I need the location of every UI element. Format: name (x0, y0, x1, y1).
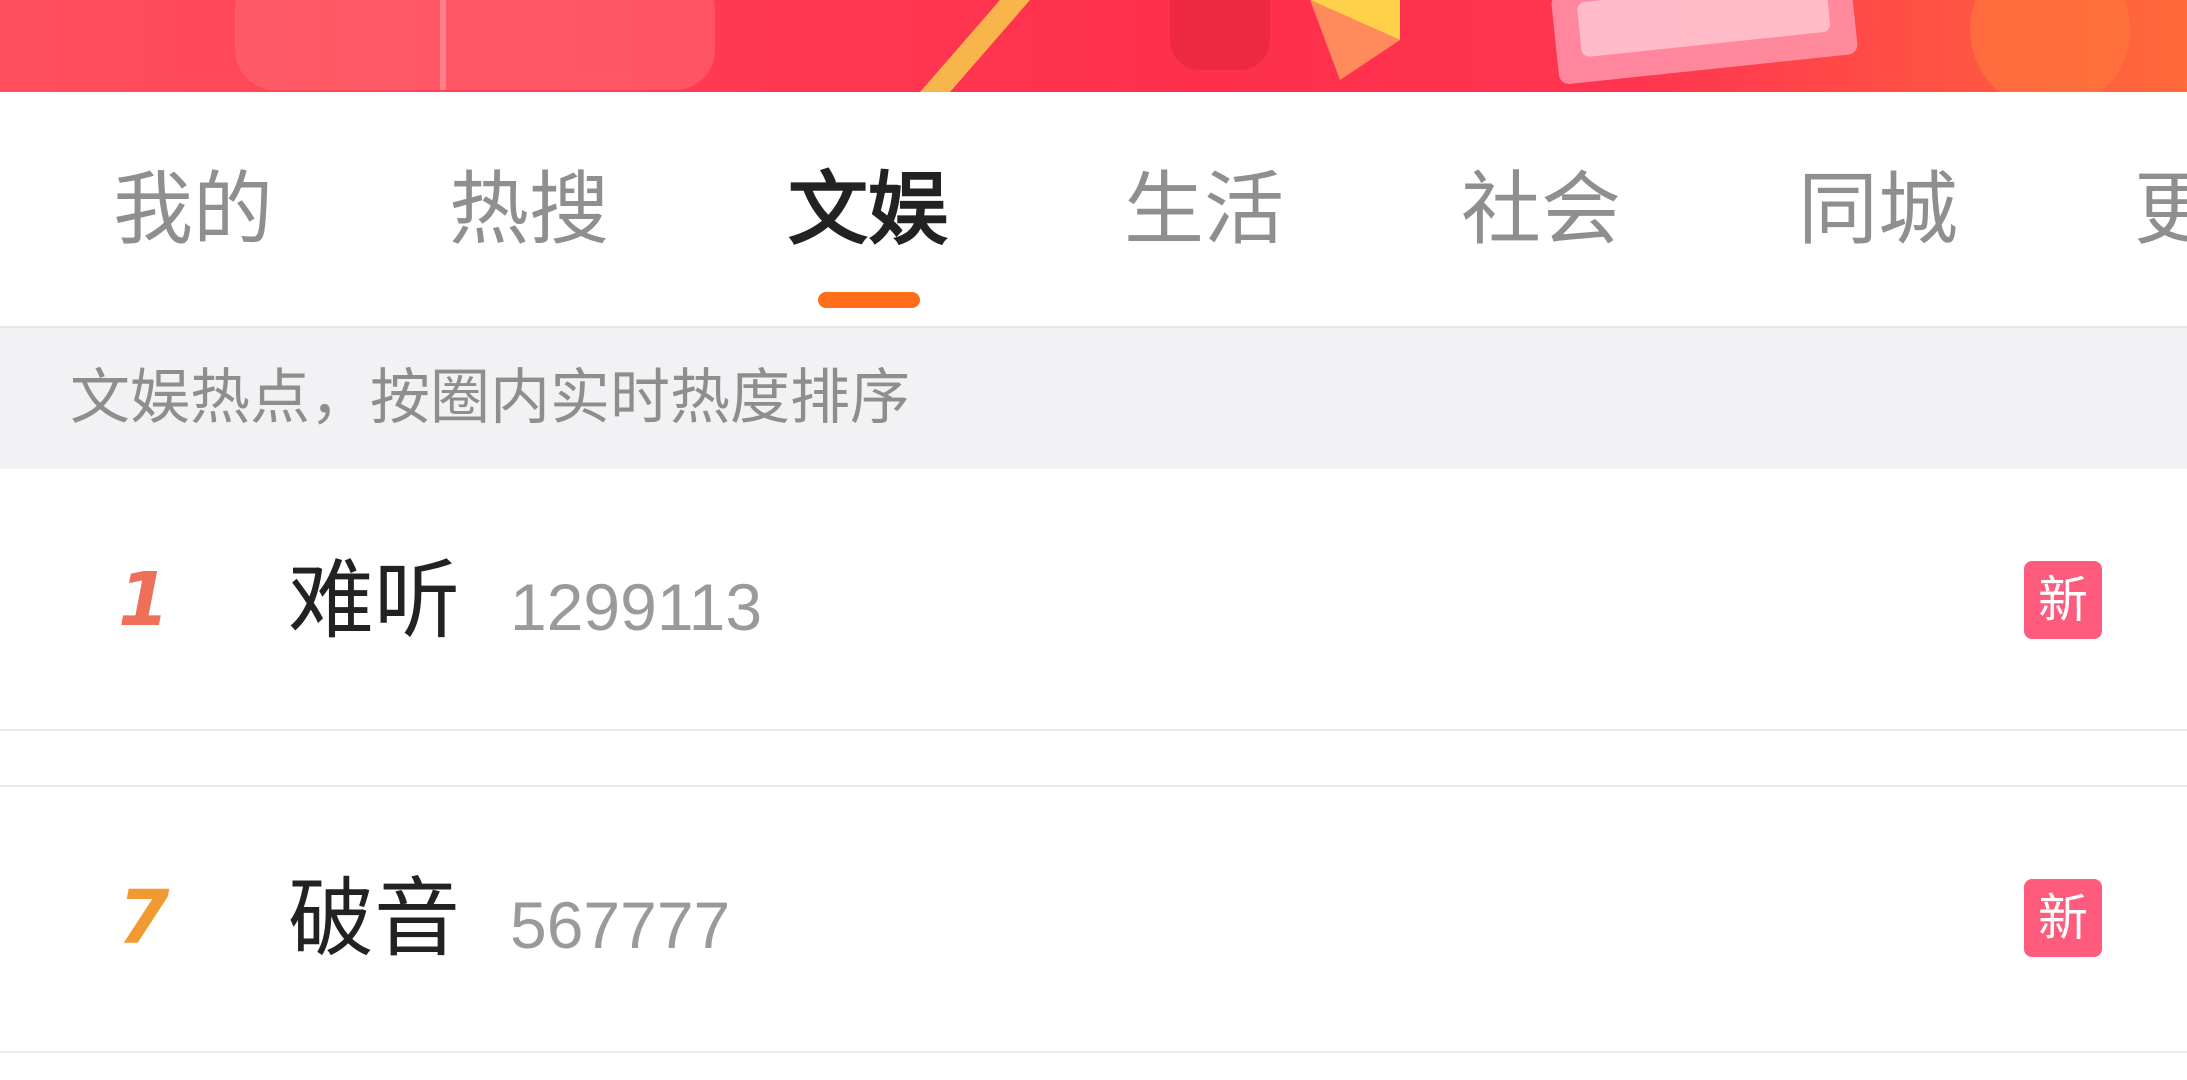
heat-count: 567777 (510, 888, 731, 962)
tab-mine[interactable]: 我的 (113, 160, 273, 260)
tab-local[interactable]: 同城 (1798, 160, 1958, 260)
rank-number: 7 (118, 875, 170, 961)
section-hint-text: 文娱热点，按圈内实时热度排序 (70, 363, 910, 433)
new-badge: 新 (2024, 879, 2102, 957)
tab-entertainment[interactable]: 文娱 (788, 160, 948, 260)
list-divider (0, 731, 2187, 787)
top-banner (0, 0, 2187, 92)
topic-title: 破音 (288, 869, 460, 969)
tab-more[interactable]: 更 (2134, 160, 2187, 260)
rank-number: 1 (118, 557, 170, 643)
active-tab-indicator (818, 292, 920, 308)
banner-decoration (235, 0, 2130, 92)
list-item[interactable]: 7 破音 567777 新 (0, 787, 2187, 1053)
section-hint: 文娱热点，按圈内实时热度排序 (0, 326, 2187, 469)
tab-life[interactable]: 生活 (1124, 160, 1284, 260)
tab-hot-search[interactable]: 热搜 (449, 160, 609, 260)
topic-title: 难听 (288, 551, 460, 651)
hot-search-page: 我的 热搜 文娱 生活 社会 同城 更 文娱热点，按圈内实时热度排序 1 难听 … (0, 0, 2187, 1080)
list-item[interactable]: 1 难听 1299113 新 (0, 469, 2187, 731)
new-badge: 新 (2024, 561, 2102, 639)
tab-society[interactable]: 社会 (1461, 160, 1621, 260)
heat-count: 1299113 (510, 570, 763, 644)
category-tabs: 我的 热搜 文娱 生活 社会 同城 更 (0, 92, 2187, 326)
